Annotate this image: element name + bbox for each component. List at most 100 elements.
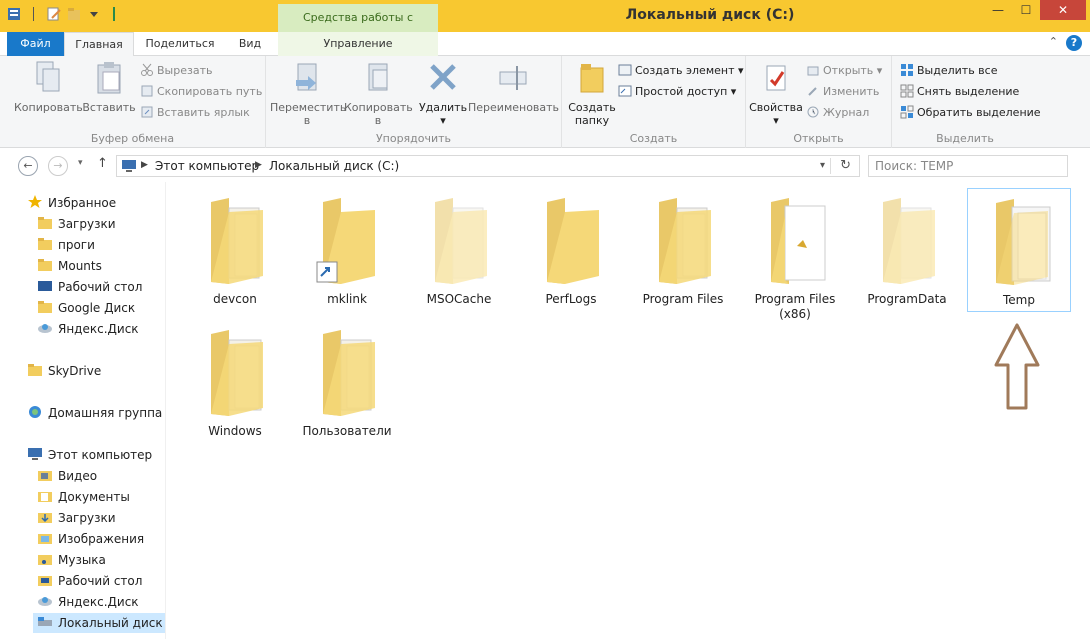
tab-manage[interactable]: Управление: [278, 32, 438, 56]
nav-pc-pictures[interactable]: Изображения: [37, 529, 144, 549]
folder-label: mklink: [327, 292, 367, 306]
group-create: Создать папку Создать элемент ▾ Простой …: [562, 56, 746, 148]
group-clipboard: Копировать Вставить Вырезать Скопировать…: [0, 56, 266, 148]
easy-access-icon: [618, 85, 632, 97]
minimize-button[interactable]: —: [984, 0, 1012, 20]
cut-button[interactable]: Вырезать: [140, 62, 212, 80]
ribbon: Копировать Вставить Вырезать Скопировать…: [0, 56, 1090, 148]
paste-shortcut-button[interactable]: Вставить ярлык: [140, 104, 250, 122]
folder-item[interactable]: MSOCache: [407, 188, 511, 312]
folder-item[interactable]: devcon: [183, 188, 287, 312]
select-none-button[interactable]: Снять выделение: [900, 83, 1019, 101]
refresh-icon[interactable]: ↻: [840, 158, 851, 173]
delete-button[interactable]: Удалить ▾: [416, 60, 470, 127]
help-button[interactable]: ?: [1066, 35, 1082, 51]
folder-item[interactable]: Пользователи: [295, 320, 399, 444]
folder-icon: [323, 330, 375, 416]
folder-item-selected[interactable]: Temp: [967, 188, 1071, 312]
easy-access-button[interactable]: Простой доступ ▾: [618, 83, 736, 101]
folder-item[interactable]: PerfLogs: [519, 188, 623, 312]
rename-button[interactable]: Переименовать: [468, 60, 559, 114]
address-history-dropdown[interactable]: ▾: [820, 160, 825, 171]
folder-label: Пользователи: [302, 424, 392, 438]
move-to-icon: [296, 63, 317, 91]
nav-fav-desktop[interactable]: Рабочий стол: [37, 277, 142, 297]
open-button[interactable]: Открыть ▾: [806, 62, 882, 80]
nav-fav-google-drive[interactable]: Google Диск: [37, 298, 135, 318]
folder-item[interactable]: Program Files: [631, 188, 735, 312]
folder-item[interactable]: Windows: [183, 320, 287, 444]
collapse-ribbon-button[interactable]: ⌃: [1049, 35, 1058, 48]
folder-item[interactable]: Program Files (x86): [743, 188, 847, 321]
select-all-button[interactable]: Выделить все: [900, 62, 997, 80]
desktop-folder-icon: [38, 576, 52, 586]
move-to-button[interactable]: Переместить в: [270, 60, 346, 127]
paste-button[interactable]: Вставить: [82, 60, 136, 114]
new-folder-button[interactable]: Создать папку: [566, 60, 618, 127]
delete-x-icon: [430, 64, 456, 90]
history-button[interactable]: Журнал: [806, 104, 869, 122]
nav-pc-local-disk[interactable]: Локальный диск (C: [33, 613, 165, 633]
recent-locations-chevron[interactable]: ▾: [78, 158, 83, 168]
desktop-icon: [38, 281, 52, 291]
open-icon: [807, 66, 819, 76]
invert-selection-button[interactable]: Обратить выделение: [900, 104, 1041, 122]
group-label-select: Выделить: [936, 132, 994, 145]
nav-pc-yandex-disk[interactable]: Яндекс.Диск: [37, 592, 139, 612]
nav-pc-desktop[interactable]: Рабочий стол: [37, 571, 142, 591]
nav-skydrive[interactable]: SkyDrive: [27, 361, 101, 381]
copy-icon: [36, 61, 60, 92]
breadcrumb-local-disk[interactable]: Локальный диск (C:): [269, 159, 399, 173]
new-item-button[interactable]: Создать элемент ▾: [618, 62, 744, 80]
address-bar[interactable]: ▶ Этот компьютер ▶ Локальный диск (C:) ▾…: [116, 155, 860, 177]
forward-button[interactable]: →: [48, 156, 68, 176]
copy-to-icon: [368, 63, 388, 91]
folder-icon: [38, 238, 52, 250]
nav-this-pc[interactable]: Этот компьютер: [27, 445, 152, 465]
nav-pc-videos[interactable]: Видео: [37, 466, 97, 486]
nav-fav-downloads[interactable]: Загрузки: [37, 214, 116, 234]
copy-path-button[interactable]: Скопировать путь: [140, 83, 262, 101]
nav-pc-downloads[interactable]: Загрузки: [37, 508, 116, 528]
navigation-pane: Избранное Загрузки проги Mounts Рабочий …: [0, 182, 166, 639]
pictures-folder-icon: [38, 534, 52, 544]
up-button[interactable]: ↑: [97, 156, 108, 171]
properties-check-icon: [766, 65, 786, 91]
tab-share[interactable]: Поделиться: [140, 32, 220, 56]
folder-label: ProgramData: [867, 292, 947, 306]
nav-fav-mounts[interactable]: Mounts: [37, 256, 102, 276]
copy-path-icon: [141, 85, 153, 97]
copy-button[interactable]: Копировать: [14, 60, 83, 114]
edit-button[interactable]: Изменить: [806, 83, 879, 101]
properties-button[interactable]: Свойства ▾: [748, 60, 804, 127]
nav-favorites[interactable]: Избранное: [27, 193, 116, 213]
maximize-button[interactable]: ☐: [1012, 0, 1040, 20]
breadcrumb-separator[interactable]: ▶: [141, 160, 148, 170]
video-folder-icon: [38, 471, 52, 481]
folder-label: Program Files (x86): [754, 292, 836, 321]
nav-homegroup[interactable]: Домашняя группа: [27, 403, 162, 423]
back-button[interactable]: ←: [18, 156, 38, 176]
folder-item[interactable]: mklink: [295, 188, 399, 312]
folder-icon: [996, 199, 1051, 285]
breadcrumb-this-pc[interactable]: Этот компьютер: [155, 159, 259, 173]
nav-fav-progi[interactable]: проги: [37, 235, 95, 255]
search-input[interactable]: Поиск: TEMP: [868, 155, 1068, 177]
folder-item[interactable]: ProgramData: [855, 188, 959, 312]
breadcrumb-separator[interactable]: ▶: [255, 160, 262, 170]
tab-file[interactable]: Файл: [7, 32, 64, 56]
folder-label: Temp: [1003, 293, 1035, 307]
tab-view[interactable]: Вид: [228, 32, 272, 56]
nav-fav-yandex-disk[interactable]: Яндекс.Диск: [37, 319, 139, 339]
file-list: devcon mklink MSOCache PerfLogs Program …: [167, 182, 1090, 639]
close-button[interactable]: ✕: [1040, 0, 1086, 20]
tab-home[interactable]: Главная: [64, 32, 134, 57]
folder-icon: [435, 198, 487, 284]
scissors-icon: [141, 63, 153, 76]
select-all-icon: [901, 64, 913, 76]
nav-pc-music[interactable]: Музыка: [37, 550, 106, 570]
folder-icon: [38, 259, 52, 271]
annotation-arrow-up-icon: [994, 323, 1040, 410]
copy-to-button[interactable]: Копировать в: [344, 60, 413, 127]
nav-pc-documents[interactable]: Документы: [37, 487, 130, 507]
